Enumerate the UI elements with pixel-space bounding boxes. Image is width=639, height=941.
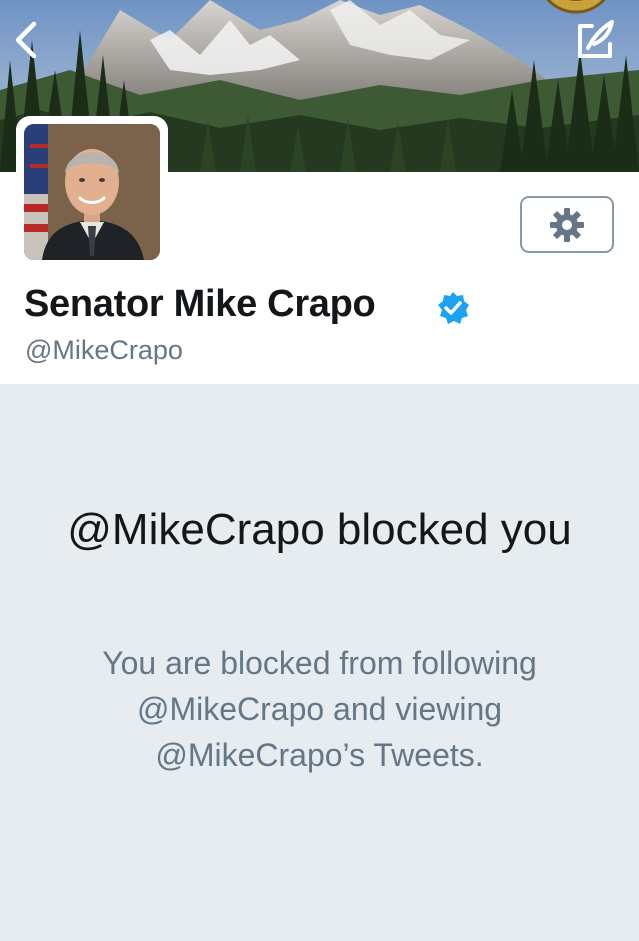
- avatar[interactable]: [24, 124, 160, 260]
- blocked-description: You are blocked from following @MikeCrap…: [102, 645, 537, 773]
- avatar-frame: [16, 116, 168, 268]
- external-link-icon[interactable]: [572, 18, 618, 64]
- profile-display-name: Senator Mike Crapo: [24, 283, 376, 325]
- blocked-title: @MikeCrapo blocked you: [67, 505, 572, 554]
- blocked-notice: @MikeCrapo blocked you You are blocked f…: [0, 384, 639, 941]
- profile-handle: @MikeCrapo: [25, 335, 183, 365]
- settings-button[interactable]: [520, 196, 614, 253]
- seal-emblem: [536, 0, 616, 14]
- chevron-left-icon[interactable]: [10, 18, 44, 62]
- gear-icon: [550, 207, 584, 242]
- verified-badge-icon: [436, 291, 470, 325]
